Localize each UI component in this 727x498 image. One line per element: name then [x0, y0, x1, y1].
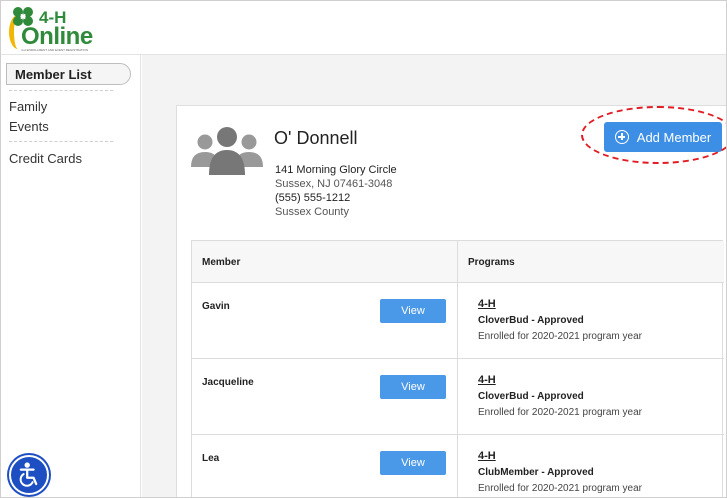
program-status: ClubMember - Approved [478, 467, 594, 478]
accessibility-icon [19, 462, 38, 487]
view-button[interactable]: View [380, 299, 446, 323]
add-member-button[interactable]: Add Member [604, 122, 722, 152]
header: H 4-H Online 4-H ENROLLMENT AND EVENT RE… [1, 1, 726, 55]
table-row: Lea View 4-H ClubMember - Approved Enrol… [192, 436, 724, 497]
sidebar-divider [9, 141, 113, 142]
member-name: Gavin [202, 301, 230, 312]
program-status: CloverBud - Approved [478, 315, 584, 326]
logo[interactable]: H 4-H Online 4-H ENROLLMENT AND EVENT RE… [9, 5, 109, 52]
sidebar-divider [9, 90, 113, 91]
program-status: CloverBud - Approved [478, 391, 584, 402]
family-phone: (555) 555-1212 [275, 192, 351, 204]
family-city: Sussex, NJ 07461-3048 [275, 178, 393, 190]
member-name: Lea [202, 453, 220, 464]
program-link[interactable]: 4-H [478, 374, 496, 386]
program-link[interactable]: 4-H [478, 298, 496, 310]
program-year: Enrolled for 2020-2021 program year [478, 407, 642, 418]
member-table: Member Programs Gavin View 4-H CloverBud… [191, 240, 724, 497]
sidebar-item-member-list[interactable]: Member List [6, 63, 131, 85]
family-county: Sussex County [275, 206, 349, 218]
member-name: Jacqueline [202, 377, 254, 388]
table-header: Member Programs [192, 241, 724, 283]
sidebar-item-family[interactable]: Family [9, 99, 47, 114]
family-card: O' Donnell 141 Morning Glory Circle Suss… [176, 105, 726, 497]
table-row: Jacqueline View 4-H CloverBud - Approved… [192, 360, 724, 435]
family-street: 141 Morning Glory Circle [275, 164, 397, 176]
sidebar: Member List Family Events Credit Cards [1, 55, 141, 497]
accessibility-button[interactable] [9, 455, 49, 495]
table-row: Gavin View 4-H CloverBud - Approved Enro… [192, 284, 724, 359]
main-content: O' Donnell 141 Morning Glory Circle Suss… [142, 55, 726, 497]
logo-brand-main: Online [21, 23, 93, 50]
program-link[interactable]: 4-H [478, 450, 496, 462]
family-icon [191, 127, 263, 175]
program-year: Enrolled for 2020-2021 program year [478, 331, 642, 342]
app-window: H 4-H Online 4-H ENROLLMENT AND EVENT RE… [0, 0, 727, 498]
header-programs: Programs [468, 257, 515, 268]
header-member: Member [202, 257, 241, 268]
view-button[interactable]: View [380, 375, 446, 399]
svg-text:H: H [20, 13, 26, 21]
sidebar-item-events[interactable]: Events [9, 119, 49, 134]
family-name: O' Donnell [274, 128, 358, 148]
view-button[interactable]: View [380, 451, 446, 475]
program-year: Enrolled for 2020-2021 program year [478, 483, 642, 494]
plus-circle-icon [614, 130, 629, 144]
add-member-label: Add Member [636, 129, 712, 145]
logo-tagline: 4-H ENROLLMENT AND EVENT REGISTRATION [21, 48, 89, 52]
sidebar-item-credit-cards[interactable]: Credit Cards [9, 151, 82, 166]
